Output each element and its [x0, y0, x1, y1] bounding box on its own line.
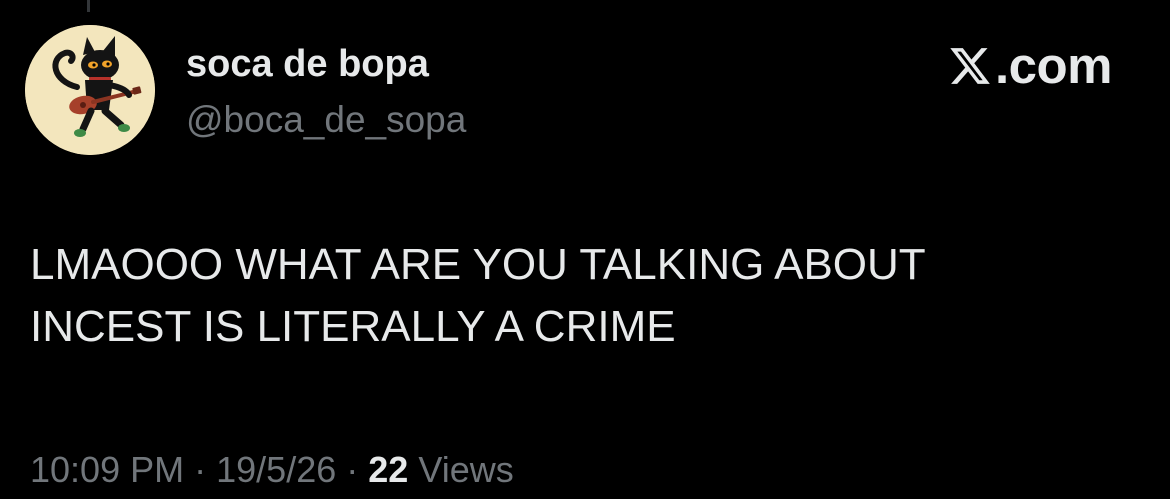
thread-connector-line	[87, 0, 90, 12]
x-logo-icon	[950, 48, 990, 84]
tweet-time[interactable]: 10:09 PM	[30, 449, 184, 490]
meta-separator: ·	[346, 449, 359, 490]
views-count[interactable]: 22	[368, 449, 408, 490]
author-handle[interactable]: @boca_de_sopa	[186, 98, 466, 142]
meta-separator: ·	[194, 449, 207, 490]
tweet-date[interactable]: 19/5/26	[216, 449, 336, 490]
tweet-text-line: LMAOOO WHAT ARE YOU TALKING ABOUT	[30, 240, 926, 289]
views-label[interactable]: Views	[418, 449, 513, 490]
tweet-meta: 10:09 PM · 19/5/26 · 22 Views	[30, 448, 514, 492]
tweet-body: LMAOOO WHAT ARE YOU TALKING ABOUT INCEST…	[30, 234, 1130, 358]
author-display-name[interactable]: soca de bopa	[186, 42, 429, 86]
avatar[interactable]	[25, 25, 155, 155]
tweet-text-line: INCEST IS LITERALLY A CRIME	[30, 302, 676, 351]
cat-playing-guitar-icon	[25, 25, 155, 155]
watermark-domain-text: .com	[994, 37, 1113, 94]
x-com-watermark: .com	[947, 37, 1113, 94]
